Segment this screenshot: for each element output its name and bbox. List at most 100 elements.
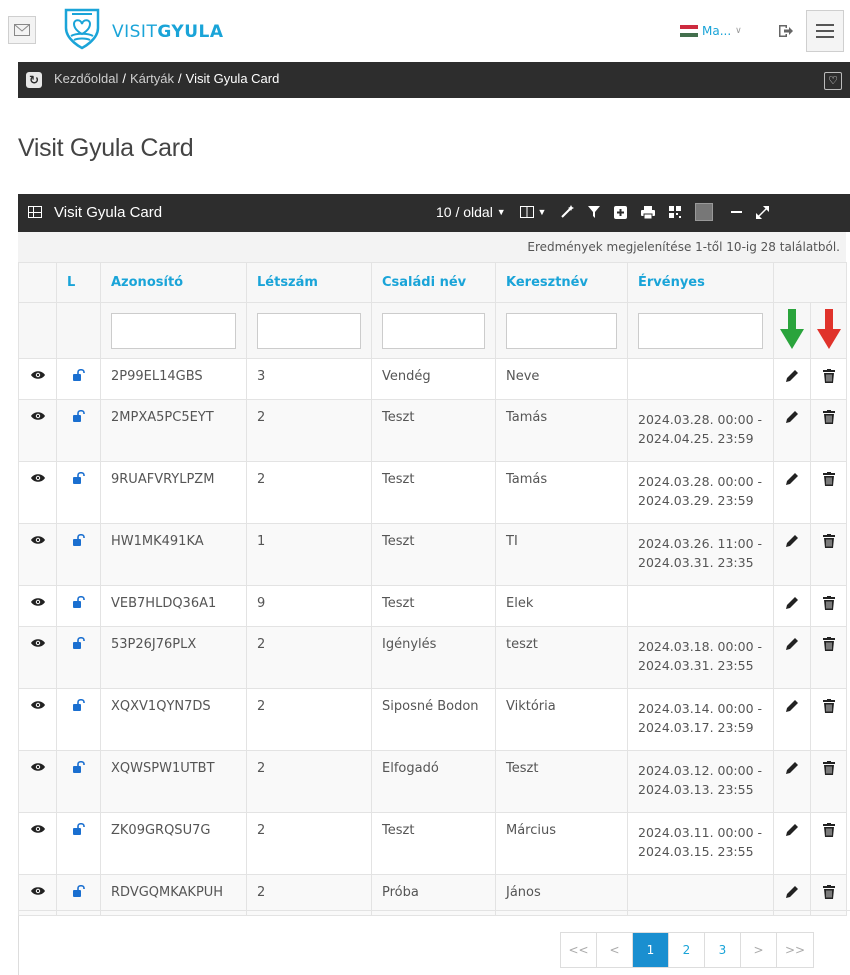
valid-from: 2024.03.12. 00:00 - xyxy=(638,763,763,778)
trash-icon[interactable] xyxy=(822,761,835,775)
brand-name[interactable]: VISITGYULA xyxy=(112,22,224,42)
breadcrumb-home[interactable]: Kezdőoldal xyxy=(54,71,118,86)
refresh-icon[interactable]: ↻ xyxy=(26,72,42,88)
breadcrumb-bar: ↻ Kezdőoldal / Kártyák / Visit Gyula Card ♡ xyxy=(18,62,850,98)
pagination-page-1[interactable]: 1 xyxy=(633,933,669,967)
eye-icon[interactable] xyxy=(30,824,45,834)
unlock-icon[interactable] xyxy=(72,760,85,773)
eye-icon[interactable] xyxy=(30,886,45,896)
count-filter-input[interactable] xyxy=(257,312,361,349)
given-name-filter-input[interactable] xyxy=(506,312,617,349)
pencil-icon[interactable] xyxy=(785,637,799,651)
pagination-prev[interactable]: < xyxy=(597,933,633,967)
filter-cell-arrow xyxy=(773,302,811,359)
color-square-button[interactable] xyxy=(695,203,714,221)
valid-cell: 2024.03.28. 00:00 - 2024.04.25. 23:59 xyxy=(627,399,774,462)
lock-cell xyxy=(56,399,101,462)
pencil-icon[interactable] xyxy=(785,699,799,713)
edit-cell xyxy=(773,358,811,400)
column-header-valid[interactable]: Érvényes xyxy=(627,262,774,303)
favorite-heart-icon[interactable]: ♡ xyxy=(824,72,842,90)
pencil-icon[interactable] xyxy=(785,761,799,775)
trash-icon[interactable] xyxy=(822,885,835,899)
add-button[interactable] xyxy=(614,205,628,219)
trash-icon[interactable] xyxy=(822,596,835,610)
eye-icon[interactable] xyxy=(30,411,45,421)
family-name-cell: Elfogadó xyxy=(371,750,496,813)
pagination-page-2[interactable]: 2 xyxy=(669,933,705,967)
trash-icon[interactable] xyxy=(822,637,835,651)
qr-code-button[interactable] xyxy=(669,206,682,218)
magic-wand-button[interactable] xyxy=(560,205,575,219)
expand-button[interactable] xyxy=(756,205,770,219)
unlock-icon[interactable] xyxy=(72,636,85,649)
pencil-icon[interactable] xyxy=(785,596,799,610)
unlock-icon[interactable] xyxy=(72,595,85,608)
unlock-icon[interactable] xyxy=(72,409,85,422)
count-cell: 3 xyxy=(246,358,372,400)
eye-icon[interactable] xyxy=(30,535,45,545)
edit-cell xyxy=(773,626,811,689)
valid-to: 2024.03.17. 23:59 xyxy=(638,720,754,735)
unlock-icon[interactable] xyxy=(72,698,85,711)
pagination-page-3[interactable]: 3 xyxy=(705,933,741,967)
family-name-filter-input[interactable] xyxy=(382,312,485,349)
table-row: 2MPXA5PC5EYT 2 Teszt Tamás 2024.03.28. 00:00… xyxy=(18,399,847,462)
column-header-count[interactable]: Létszám xyxy=(246,262,372,303)
id-filter-input[interactable] xyxy=(111,312,236,349)
visitgyula-logo-icon xyxy=(64,8,100,50)
edit-cell xyxy=(773,812,811,875)
trash-icon[interactable] xyxy=(822,699,835,713)
pagination-last[interactable]: >> xyxy=(777,933,813,967)
hamburger-menu-button[interactable] xyxy=(806,10,844,52)
panel-header: Visit Gyula Card 10 / oldal ▼ ▼ xyxy=(18,194,850,232)
trash-icon[interactable] xyxy=(822,823,835,837)
column-header-id[interactable]: Azonosító xyxy=(100,262,247,303)
unlock-icon[interactable] xyxy=(72,368,85,381)
table-row: XQWSPW1UTBT 2 Elfogadó Teszt 2024.03.12. 00:… xyxy=(18,750,847,813)
pencil-icon[interactable] xyxy=(785,534,799,548)
family-name-cell: Teszt xyxy=(371,585,496,627)
pencil-icon[interactable] xyxy=(785,823,799,837)
per-page-dropdown[interactable]: 10 / oldal ▼ xyxy=(436,204,506,220)
valid-from: 2024.03.28. 00:00 - xyxy=(638,412,763,427)
logout-icon[interactable] xyxy=(778,24,794,38)
trash-icon[interactable] xyxy=(822,472,835,486)
cards-table: L Azonosító Létszám Családi név Keresztn… xyxy=(18,262,847,916)
trash-icon[interactable] xyxy=(822,369,835,383)
valid-cell xyxy=(627,585,774,627)
pencil-icon[interactable] xyxy=(785,472,799,486)
language-selector[interactable]: Ma... ∨ xyxy=(680,24,742,38)
columns-toggle-button[interactable]: ▼ xyxy=(519,204,546,220)
valid-cell: 2024.03.14. 00:00 - 2024.03.17. 23:59 xyxy=(627,688,774,751)
valid-filter-input[interactable] xyxy=(638,312,763,349)
trash-icon[interactable] xyxy=(822,410,835,424)
eye-icon[interactable] xyxy=(30,762,45,772)
delete-cell xyxy=(810,688,847,751)
eye-icon[interactable] xyxy=(30,700,45,710)
print-button[interactable] xyxy=(641,205,656,219)
pencil-icon[interactable] xyxy=(785,369,799,383)
eye-icon[interactable] xyxy=(30,597,45,607)
pagination-next[interactable]: > xyxy=(741,933,777,967)
valid-from: 2024.03.11. 00:00 - xyxy=(638,825,763,840)
pagination-first[interactable]: << xyxy=(561,933,597,967)
table-row: 2P99EL14GBS 3 Vendég Neve xyxy=(18,358,847,400)
trash-icon[interactable] xyxy=(822,534,835,548)
column-header-given-name[interactable]: Keresztnév xyxy=(495,262,628,303)
pencil-icon[interactable] xyxy=(785,885,799,899)
unlock-icon[interactable] xyxy=(72,822,85,835)
pencil-icon[interactable] xyxy=(785,410,799,424)
unlock-icon[interactable] xyxy=(72,471,85,484)
mail-button[interactable] xyxy=(8,16,36,44)
unlock-icon[interactable] xyxy=(72,884,85,897)
column-header-family-name[interactable]: Családi név xyxy=(371,262,496,303)
eye-icon[interactable] xyxy=(30,473,45,483)
filter-button[interactable] xyxy=(588,206,601,218)
eye-icon[interactable] xyxy=(30,638,45,648)
breadcrumb-cards[interactable]: Kártyák xyxy=(130,71,174,86)
unlock-icon[interactable] xyxy=(72,533,85,546)
eye-icon[interactable] xyxy=(30,370,45,380)
column-header-lock[interactable]: L xyxy=(56,262,101,303)
minimize-button[interactable] xyxy=(731,211,743,213)
